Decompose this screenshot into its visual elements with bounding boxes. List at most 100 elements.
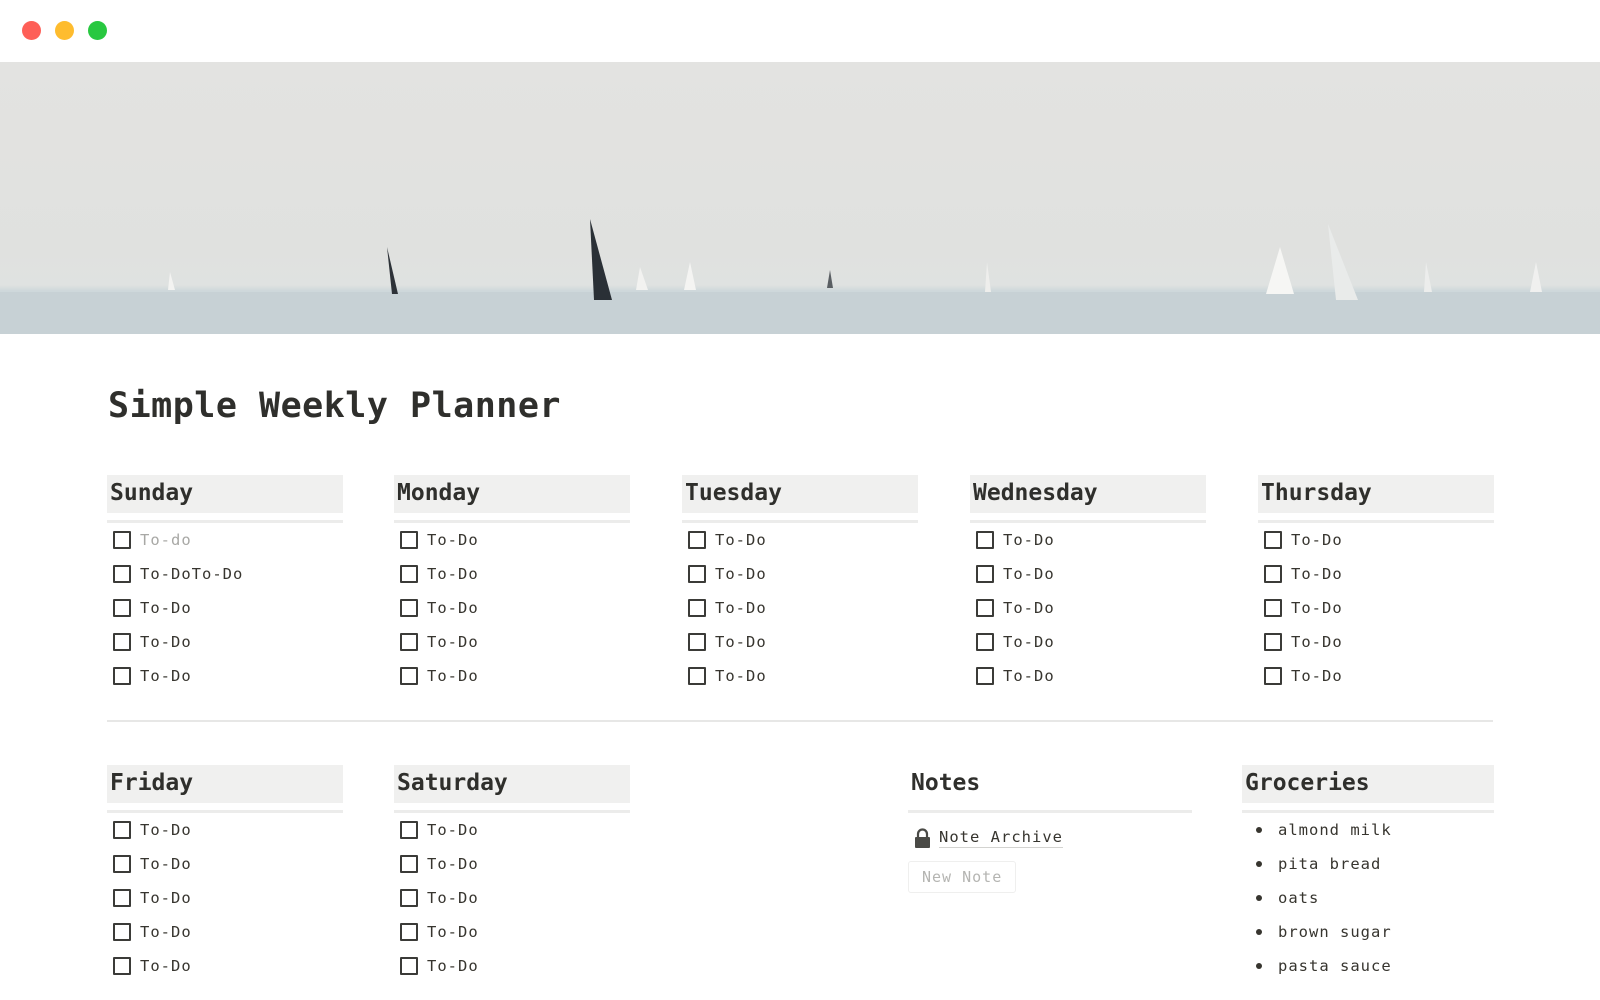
grocery-label[interactable]: oats — [1278, 889, 1319, 907]
checkbox[interactable] — [400, 855, 418, 873]
checkbox[interactable] — [688, 599, 706, 617]
checkbox[interactable] — [688, 565, 706, 583]
checkbox[interactable] — [113, 599, 131, 617]
todo-label[interactable]: To-Do — [140, 821, 192, 839]
checkbox[interactable] — [1264, 599, 1282, 617]
todo-label[interactable]: To-Do — [1291, 633, 1343, 651]
grocery-label[interactable]: pasta sauce — [1278, 957, 1392, 975]
checkbox[interactable] — [400, 667, 418, 685]
todo-item[interactable]: To-Do — [682, 557, 918, 591]
checkbox[interactable] — [400, 957, 418, 975]
checkbox[interactable] — [976, 531, 994, 549]
todo-label[interactable]: To-do — [140, 531, 192, 549]
todo-label[interactable]: To-Do — [1003, 667, 1055, 685]
todo-label[interactable]: To-Do — [1291, 599, 1343, 617]
todo-item[interactable]: To-Do — [394, 915, 630, 949]
todo-item[interactable]: To-Do — [107, 813, 343, 847]
checkbox[interactable] — [113, 923, 131, 941]
todo-label[interactable]: To-Do — [427, 633, 479, 651]
todo-item[interactable]: To-Do — [107, 915, 343, 949]
todo-item[interactable]: To-Do — [1258, 557, 1494, 591]
grocery-label[interactable]: almond milk — [1278, 821, 1392, 839]
todo-label[interactable]: To-Do — [427, 599, 479, 617]
note-archive-label[interactable]: Note Archive — [939, 828, 1063, 848]
checkbox[interactable] — [113, 633, 131, 651]
checkbox[interactable] — [113, 667, 131, 685]
todo-label[interactable]: To-Do — [1291, 565, 1343, 583]
todo-label[interactable]: To-Do — [427, 531, 479, 549]
todo-item[interactable]: To-Do — [1258, 523, 1494, 557]
todo-label[interactable]: To-DoTo-Do — [140, 565, 243, 583]
new-note-button[interactable]: New Note — [908, 861, 1017, 893]
todo-item[interactable]: To-Do — [970, 591, 1206, 625]
checkbox[interactable] — [400, 599, 418, 617]
todo-item[interactable]: To-Do — [107, 949, 343, 983]
checkbox[interactable] — [400, 565, 418, 583]
todo-label[interactable]: To-Do — [427, 957, 479, 975]
maximize-window-button[interactable] — [88, 21, 107, 40]
checkbox[interactable] — [400, 889, 418, 907]
todo-item[interactable]: To-Do — [107, 591, 343, 625]
checkbox[interactable] — [113, 531, 131, 549]
todo-item[interactable]: To-Do — [682, 659, 918, 693]
todo-label[interactable]: To-Do — [140, 957, 192, 975]
todo-label[interactable]: To-Do — [427, 667, 479, 685]
checkbox[interactable] — [1264, 633, 1282, 651]
todo-label[interactable]: To-Do — [427, 923, 479, 941]
checkbox[interactable] — [400, 923, 418, 941]
todo-item[interactable]: To-DoTo-Do — [107, 557, 343, 591]
checkbox[interactable] — [113, 855, 131, 873]
todo-label[interactable]: To-Do — [1291, 531, 1343, 549]
note-archive-link[interactable]: Note Archive — [908, 825, 1192, 851]
todo-item[interactable]: To-Do — [970, 659, 1206, 693]
checkbox[interactable] — [976, 633, 994, 651]
todo-item[interactable]: To-Do — [394, 625, 630, 659]
todo-item[interactable]: To-Do — [682, 523, 918, 557]
todo-item[interactable]: To-Do — [394, 557, 630, 591]
todo-item[interactable]: To-Do — [682, 625, 918, 659]
checkbox[interactable] — [688, 667, 706, 685]
todo-item[interactable]: To-Do — [394, 523, 630, 557]
checkbox[interactable] — [400, 821, 418, 839]
todo-label[interactable]: To-Do — [427, 855, 479, 873]
todo-label[interactable]: To-Do — [140, 889, 192, 907]
checkbox[interactable] — [113, 565, 131, 583]
checkbox[interactable] — [976, 667, 994, 685]
todo-item[interactable]: To-Do — [682, 591, 918, 625]
todo-label[interactable]: To-Do — [427, 821, 479, 839]
todo-item[interactable]: To-Do — [1258, 591, 1494, 625]
todo-item[interactable]: To-Do — [1258, 659, 1494, 693]
minimize-window-button[interactable] — [55, 21, 74, 40]
todo-label[interactable]: To-Do — [715, 599, 767, 617]
todo-label[interactable]: To-Do — [140, 923, 192, 941]
checkbox[interactable] — [113, 889, 131, 907]
checkbox[interactable] — [113, 821, 131, 839]
todo-item[interactable]: To-Do — [107, 847, 343, 881]
checkbox[interactable] — [400, 633, 418, 651]
todo-item[interactable]: To-Do — [394, 881, 630, 915]
todo-label[interactable]: To-Do — [140, 855, 192, 873]
todo-label[interactable]: To-Do — [1003, 633, 1055, 651]
todo-item[interactable]: To-Do — [394, 659, 630, 693]
todo-label[interactable]: To-Do — [1291, 667, 1343, 685]
todo-item[interactable]: To-Do — [1258, 625, 1494, 659]
todo-label[interactable]: To-Do — [715, 531, 767, 549]
todo-label[interactable]: To-Do — [140, 599, 192, 617]
checkbox[interactable] — [1264, 531, 1282, 549]
checkbox[interactable] — [976, 565, 994, 583]
todo-label[interactable]: To-Do — [140, 667, 192, 685]
todo-item[interactable]: To-do — [107, 523, 343, 557]
todo-label[interactable]: To-Do — [427, 565, 479, 583]
grocery-label[interactable]: pita bread — [1278, 855, 1381, 873]
todo-label[interactable]: To-Do — [427, 889, 479, 907]
todo-item[interactable]: To-Do — [107, 625, 343, 659]
todo-item[interactable]: To-Do — [107, 881, 343, 915]
todo-label[interactable]: To-Do — [715, 667, 767, 685]
todo-item[interactable]: To-Do — [970, 523, 1206, 557]
todo-label[interactable]: To-Do — [140, 633, 192, 651]
todo-item[interactable]: To-Do — [970, 625, 1206, 659]
todo-item[interactable]: To-Do — [394, 949, 630, 983]
todo-item[interactable]: To-Do — [394, 813, 630, 847]
todo-item[interactable]: To-Do — [107, 659, 343, 693]
todo-item[interactable]: To-Do — [970, 557, 1206, 591]
